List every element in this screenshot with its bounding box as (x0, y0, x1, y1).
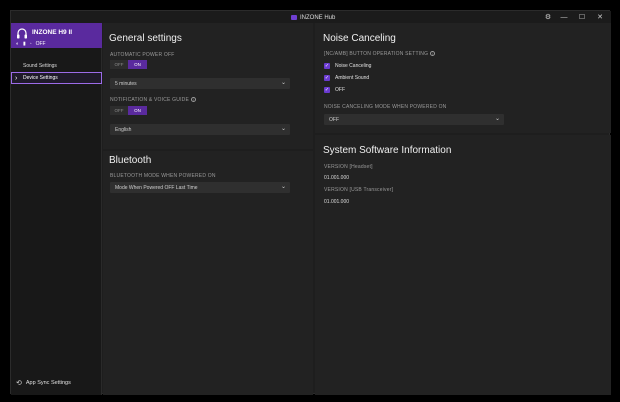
notification-label: NOTIFICATION & VOICE GUIDE i (110, 97, 197, 103)
headset-version-value: 01.001.000 (324, 175, 350, 181)
sidebar-item-sound-settings[interactable]: Sound Settings (23, 63, 57, 69)
general-settings-title: General settings (109, 33, 182, 44)
minimize-button[interactable]: — (556, 11, 572, 23)
toggle-on-label: ON (128, 60, 147, 69)
device-status: ◐ ▮ ◦ OFF (16, 41, 46, 47)
chevron-down-icon: ⌄ (494, 116, 500, 122)
chevron-right-icon: › (15, 75, 18, 82)
auto-power-off-toggle[interactable]: OFF ON (110, 60, 147, 69)
check-icon: ✓ (324, 75, 330, 81)
close-button[interactable]: ✕ (592, 11, 608, 23)
checkbox-off[interactable]: ✓ OFF (324, 87, 345, 93)
toggle-on-label: ON (128, 106, 147, 115)
inzone-logo-icon (291, 15, 297, 20)
app-sync-label: App Sync Settings (25, 380, 71, 386)
check-icon: ✓ (324, 87, 330, 93)
chevron-down-icon: ⌄ (280, 80, 286, 86)
checkbox-ambient-sound[interactable]: ✓ Ambient Sound (324, 75, 369, 81)
checkbox-label: Noise Canceling (335, 63, 372, 69)
language-dropdown[interactable]: English ⌄ (110, 124, 290, 135)
bluetooth-panel: Bluetooth BLUETOOTH MODE WHEN POWERED ON… (103, 151, 313, 395)
dropdown-value: English (115, 127, 132, 133)
bluetooth-mode-dropdown[interactable]: Mode When Powered OFF Last Time ⌄ (110, 182, 290, 193)
transceiver-version-value: 01.001.000 (324, 199, 350, 205)
chevron-down-icon: ⌄ (280, 126, 286, 132)
bluetooth-title: Bluetooth (109, 155, 152, 166)
nc-mode-dropdown[interactable]: OFF ⌄ (324, 114, 504, 125)
general-settings-panel: General settings AUTOMATIC POWER OFF OFF… (103, 23, 313, 149)
device-status-text: OFF (35, 41, 46, 47)
transceiver-version-label: VERSION [USB Transceiver] (324, 187, 394, 193)
bluetooth-mode-label: BLUETOOTH MODE WHEN POWERED ON (110, 173, 216, 179)
notification-toggle[interactable]: OFF ON (110, 106, 147, 115)
checkbox-noise-canceling[interactable]: ✓ Noise Canceling (324, 63, 371, 69)
noise-mode-icon: ◦ (29, 41, 32, 47)
title-bar: INZONE Hub ⚙ — ☐ ✕ (11, 11, 611, 23)
dropdown-value: OFF (329, 117, 339, 123)
auto-power-off-label: AUTOMATIC POWER OFF (110, 52, 175, 58)
dropdown-value: Mode When Powered OFF Last Time (115, 185, 198, 191)
sidebar-item-label: Device Settings (23, 75, 58, 81)
app-title-text: INZONE Hub (300, 14, 336, 21)
maximize-button[interactable]: ☐ (574, 11, 590, 23)
headset-icon (16, 28, 28, 40)
settings-gear-icon[interactable]: ⚙ (540, 11, 556, 23)
nc-mode-label: NOISE CANCELING MODE WHEN POWERED ON (324, 104, 447, 110)
nc-button-label-text: [NC/AMB] BUTTON OPERATION SETTING (324, 51, 429, 57)
device-name: INZONE H9 II (32, 29, 73, 36)
toggle-off-label: OFF (110, 106, 128, 115)
sync-icon: ⟲ (16, 380, 22, 387)
system-software-panel: System Software Information VERSION [Hea… (315, 135, 611, 395)
device-card[interactable]: INZONE H9 II ◐ ▮ ◦ OFF (11, 23, 102, 48)
app-window: INZONE Hub ⚙ — ☐ ✕ INZONE H9 II ◐ ▮ ◦ OF… (10, 10, 611, 395)
app-title: INZONE Hub (291, 13, 335, 22)
info-icon[interactable]: i (430, 51, 436, 57)
noise-canceling-title: Noise Canceling (323, 33, 396, 44)
sidebar-item-device-settings[interactable]: › Device Settings (11, 72, 102, 84)
system-software-title: System Software Information (323, 145, 452, 156)
connection-icon: ◐ (16, 41, 20, 47)
info-icon[interactable]: i (191, 97, 197, 103)
headset-version-label: VERSION [Headset] (324, 164, 373, 170)
checkbox-label: Ambient Sound (335, 75, 370, 81)
dropdown-value: 5 minutes (115, 81, 137, 87)
toggle-off-label: OFF (110, 60, 128, 69)
battery-icon: ▮ (23, 41, 26, 47)
auto-power-off-dropdown[interactable]: 5 minutes ⌄ (110, 78, 290, 89)
notification-label-text: NOTIFICATION & VOICE GUIDE (110, 97, 190, 103)
sidebar: INZONE H9 II ◐ ▮ ◦ OFF Sound Settings › … (11, 23, 102, 395)
check-icon: ✓ (324, 63, 330, 69)
noise-canceling-panel: Noise Canceling [NC/AMB] BUTTON OPERATIO… (315, 23, 611, 133)
checkbox-label: OFF (335, 87, 345, 93)
chevron-down-icon: ⌄ (280, 184, 286, 190)
app-sync-settings-button[interactable]: ⟲ App Sync Settings (16, 379, 71, 387)
nc-button-label: [NC/AMB] BUTTON OPERATION SETTING i (324, 51, 436, 57)
